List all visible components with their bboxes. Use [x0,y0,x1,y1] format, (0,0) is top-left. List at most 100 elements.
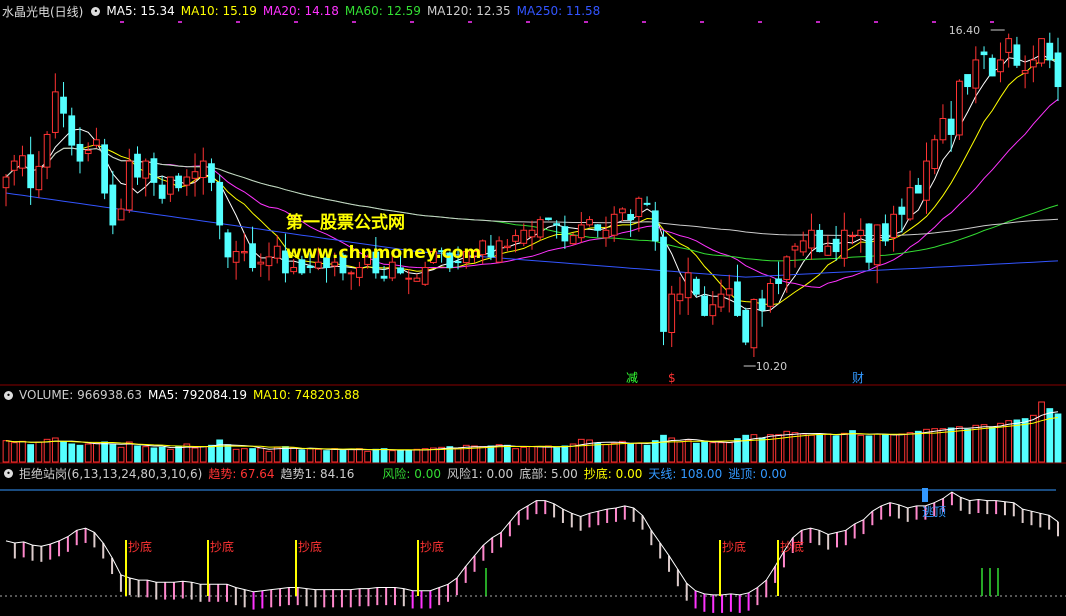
volume-bar [331,448,339,463]
candle-body [824,245,832,256]
candle-body [619,208,626,214]
volume-bar [1013,419,1021,463]
volume-bar [257,447,265,463]
volume-bar [955,426,963,463]
volume-bar [454,448,462,463]
candle-body [553,223,561,226]
volume-bar [742,434,750,463]
volume-bar [208,444,215,463]
candle-body [849,235,856,238]
escape-marker [922,488,928,502]
volume-bar [553,447,561,463]
candle-body [503,245,511,249]
volume-bar [824,433,832,463]
candle-body [857,229,865,237]
trend-line [5,491,1059,596]
stock-chart[interactable]: 16.40 10.20 减 $ 财抄底 抄底 抄底 抄底 抄底 抄底 逃顶 [0,0,1066,616]
candle-body [545,217,552,221]
volume-bar [602,444,610,463]
candle-body [725,288,733,296]
candle-body [134,153,141,178]
candle-body [68,115,76,146]
candle-body [388,261,396,279]
candle-body [692,278,700,295]
volume-bar [651,440,659,463]
candle-body [972,59,980,89]
candle-body [808,229,815,249]
candle-body [19,155,26,169]
volume-bar [240,448,248,463]
candle-body [512,235,519,242]
candle-body [183,176,191,186]
volume-bar [619,440,626,463]
candle-body [594,224,602,231]
candle-body [216,181,224,226]
volume-bar [931,428,939,463]
volume-bar [890,434,898,463]
candle-body [117,208,125,221]
volume-bar [479,446,487,463]
candle-body [487,245,495,258]
volume-bar [19,440,26,463]
candle-body [520,229,528,244]
volume-bar [701,440,708,463]
buy-signal-label: 抄底 [780,539,804,554]
candle-body [799,240,807,253]
volume-bar [882,434,889,463]
volume-bar [265,450,273,463]
signal-tag: 减 [626,371,638,385]
candle-body [199,160,207,179]
candle-body [791,245,799,251]
volume-bar [249,448,256,463]
volume-bar [380,448,388,463]
candle-body [142,160,150,179]
volume-bar [413,448,421,463]
candle-body [627,213,635,221]
candle-body [1029,59,1037,68]
volume-bar [35,441,43,463]
buy-signal-label: 抄底 [420,539,444,554]
volume-bar [512,448,519,463]
candle-body [890,213,898,238]
candle-body [750,298,758,349]
buy-signal-label: 抄底 [128,539,152,554]
candle-body [60,96,67,114]
volume-bar [175,446,182,463]
candle-body [536,219,544,238]
candle-body [290,267,298,273]
volume-bar [1021,418,1029,463]
candle-body [347,272,355,275]
candle-body [955,80,963,136]
volume-bar [783,430,791,463]
volume-bar [199,446,207,463]
volume-bar [660,434,667,463]
volume-bar [356,448,363,463]
volume-bar [93,442,100,463]
volume-bar [306,448,314,463]
candle-body [898,206,906,215]
volume-bar [339,449,347,463]
candle-body [610,213,618,236]
candle-body [997,59,1004,73]
candle-body [775,278,782,284]
volume-bar [520,446,528,463]
candle-body [35,165,43,191]
volume-bar [561,445,569,463]
candle-body [717,293,725,308]
volume-bar [643,444,651,463]
watermark-url: www.chnmoney.com [286,243,482,263]
volume-bar [923,428,930,463]
volume-bar [347,448,355,463]
candle-body [421,267,429,285]
ma5-line [5,54,1059,312]
low-price-label: 10.20 [756,360,788,373]
candle-body [2,176,10,189]
candle-body [980,51,988,56]
candle-body [816,229,824,253]
candle-body [208,163,215,183]
volume-bar [158,446,166,463]
volume-bar [849,430,856,463]
candle-body [495,240,503,263]
candle-body [125,160,133,211]
candle-body [27,154,35,189]
